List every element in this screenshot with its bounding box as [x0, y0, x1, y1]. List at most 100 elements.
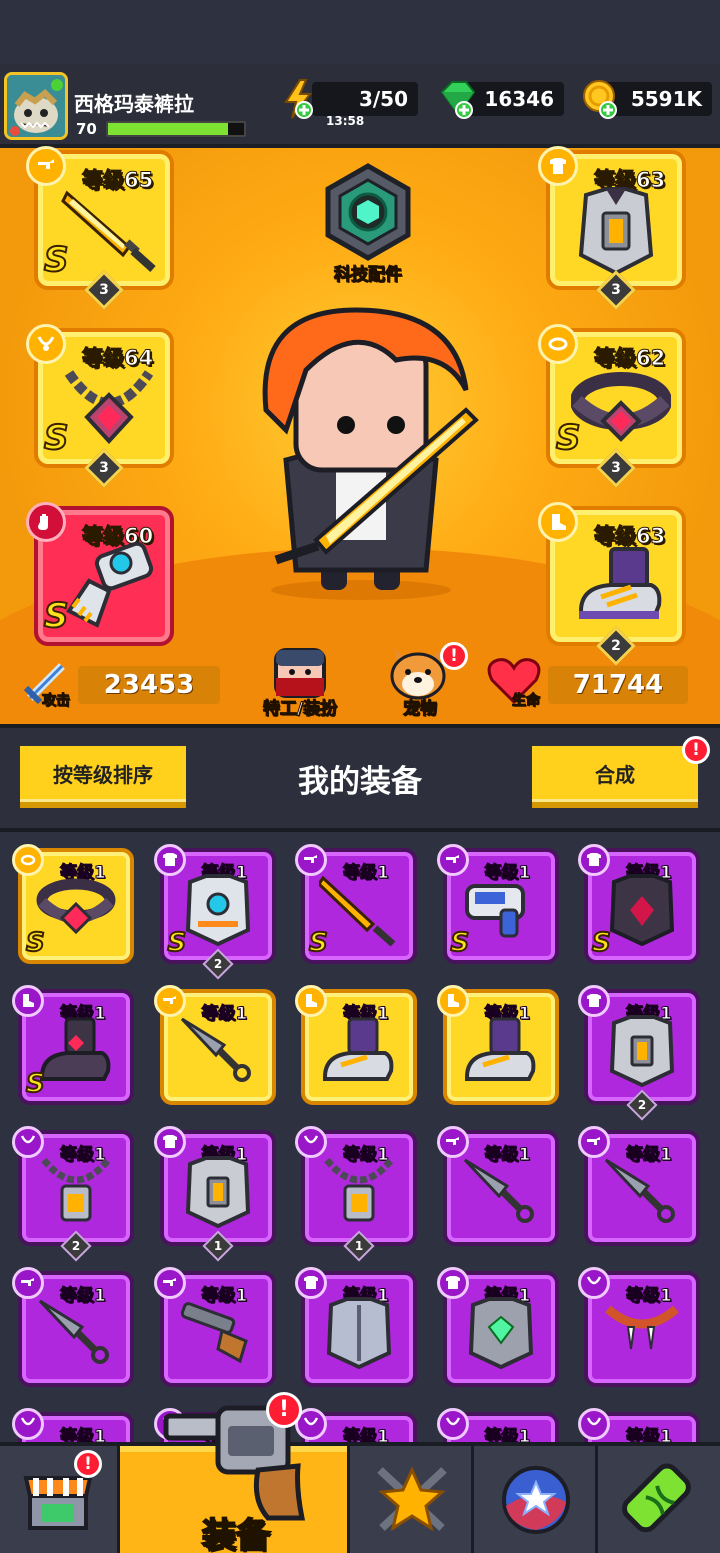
slot-gloves[interactable]: 等级60 S — [26, 502, 174, 646]
inventory-item[interactable]: 等级1 S — [12, 844, 134, 964]
item-level: 等级1 — [626, 1427, 673, 1443]
chain-necklace-icon — [64, 370, 154, 444]
hp-value: 71744 — [548, 666, 688, 704]
kunai-icon — [604, 1158, 675, 1223]
agent-outfit-label: 特工/装扮 — [262, 699, 338, 720]
energy-counter[interactable]: 3/50 — [312, 82, 418, 116]
inventory-item[interactable]: 等级1 — [12, 1408, 134, 1443]
pet-alert-badge: ! — [440, 642, 468, 670]
nav-tab-world[interactable] — [474, 1446, 598, 1553]
agent-ninja-icon — [274, 648, 326, 698]
armor-icon — [185, 1156, 250, 1228]
inventory-item[interactable]: 等级1 1 — [153, 1126, 276, 1262]
item-level: 等级1 — [484, 1427, 531, 1443]
necklace-type-icon — [295, 1126, 327, 1158]
boots-type-icon — [295, 985, 327, 1017]
fang-necklace-type-icon — [578, 1267, 610, 1299]
gauntlet-icon — [66, 541, 154, 628]
sword-icon — [319, 875, 396, 946]
steel-armor-icon — [326, 1297, 392, 1369]
xp-bar-fill — [108, 123, 228, 135]
slot-weapon[interactable]: 等级65 S 3 — [26, 146, 174, 310]
player-name: 西格玛泰裤拉 — [74, 92, 194, 116]
inventory-item[interactable]: 等级1 S 2 — [153, 844, 276, 980]
necklace-icon — [41, 1157, 111, 1222]
planet-stars-icon — [502, 1466, 570, 1534]
inventory-item[interactable]: 等级1 — [295, 1408, 417, 1442]
tech-part-icon — [325, 163, 411, 261]
slot-boots[interactable]: 等级63 2 — [538, 502, 686, 666]
shop-alert-badge: ! — [74, 1450, 102, 1478]
inventory-item[interactable]: 等级1 S — [436, 844, 559, 964]
armor-type-icon — [295, 1267, 327, 1299]
inventory-item[interactable]: 等级1 S — [295, 844, 417, 964]
pet-label: 宠物 — [403, 699, 438, 720]
slot-armor[interactable]: 等级63 3 — [538, 146, 686, 310]
weapon-type-icon — [12, 1267, 44, 1299]
weapon-type-icon — [153, 985, 186, 1017]
player-avatar[interactable] — [4, 72, 68, 140]
item-level: 等级1 — [60, 1427, 107, 1443]
attack-value: 23453 — [78, 666, 220, 704]
inventory-item[interactable]: 等级1 — [436, 1126, 559, 1246]
tech-parts-button[interactable]: 科技配件 — [318, 162, 418, 286]
slot-belt[interactable]: 等级62 S 3 — [538, 324, 686, 488]
slot-necklace[interactable]: 等级64 S 3 — [26, 324, 174, 488]
necklace-type-icon — [12, 1126, 44, 1158]
tech-parts-label: 科技配件 — [334, 265, 403, 286]
inventory-item[interactable]: 等级1 S — [578, 844, 700, 964]
inventory-item[interactable]: 等级1 — [436, 1267, 559, 1387]
coin-value: 5591K — [630, 87, 702, 111]
inventory-item[interactable]: 等级1 2 — [578, 985, 700, 1121]
nav-tab-equipment-label: 装备 — [201, 1515, 271, 1553]
belt-icon — [36, 878, 116, 935]
player-level: 70 — [76, 120, 97, 138]
inventory-item[interactable]: 等级1 2 — [12, 1126, 134, 1262]
inventory-item[interactable]: 等级1 — [295, 1267, 417, 1387]
inventory-item[interactable]: 等级1 — [436, 1408, 559, 1443]
hero-character — [262, 307, 479, 600]
grade-badge: S — [555, 417, 581, 459]
inventory-item[interactable]: 等级1 — [12, 1267, 134, 1387]
inventory-item[interactable]: 等级1 S — [12, 985, 134, 1105]
boots-icon — [323, 1017, 394, 1081]
inventory-item[interactable]: 等级1 — [153, 1267, 276, 1387]
equipment-alert-badge: ! — [266, 1392, 302, 1428]
armor-type-icon — [436, 1267, 469, 1299]
grade-badge: S — [25, 1068, 46, 1100]
inventory-item[interactable]: 等级1 — [295, 985, 417, 1105]
inventory-item[interactable]: 等级1 — [578, 1126, 700, 1246]
inventory-item[interactable]: 等级1 — [436, 985, 559, 1105]
armor-type-icon — [153, 1126, 186, 1158]
armor-type-icon — [578, 985, 610, 1017]
armor-type-icon — [578, 844, 610, 876]
necklace-type-icon — [436, 1408, 469, 1440]
energy-timer: 13:58 — [326, 114, 365, 128]
boots-type-icon — [436, 985, 469, 1017]
grade-badge: S — [43, 417, 69, 459]
grade-badge: S — [450, 927, 471, 959]
agent-outfit-button[interactable]: 特工/装扮 — [250, 640, 350, 720]
game-screen: 西格玛泰裤拉 70 3/50 13:58 16346 5591K 等级65 S … — [0, 0, 720, 1553]
nav-tab-skills[interactable] — [350, 1446, 474, 1553]
necklace-type-icon — [12, 1408, 44, 1440]
grade-badge: S — [167, 927, 188, 959]
inventory-item[interactable]: 等级1 — [578, 1408, 700, 1443]
necklace-type-icon — [26, 324, 66, 364]
nav-tab-evolve[interactable] — [598, 1446, 720, 1553]
sort-by-level-button[interactable]: 按等级排序 — [20, 746, 186, 808]
pet-button[interactable]: 宠物 ! — [378, 640, 468, 720]
xp-bar — [106, 121, 246, 137]
armor-icon — [609, 1015, 675, 1087]
boots-icon — [464, 1017, 535, 1081]
inventory-item[interactable]: 等级1 1 — [295, 1126, 417, 1262]
dna-capsule-icon — [622, 1463, 691, 1533]
inventory-item[interactable]: 等级1 — [153, 985, 276, 1105]
dark-armor-icon — [609, 874, 675, 946]
gem-value: 16346 — [484, 87, 554, 111]
merge-button[interactable]: 合成 — [532, 746, 698, 808]
belt-type-icon — [538, 324, 578, 364]
nav-tab-shop[interactable]: ! — [0, 1446, 120, 1553]
inventory-item[interactable]: 等级1 — [578, 1267, 700, 1387]
grade-badge: S — [43, 595, 69, 637]
